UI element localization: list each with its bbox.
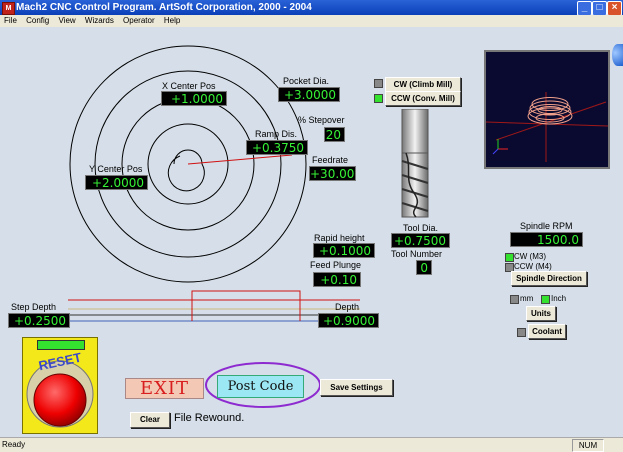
ccw-conv-mill-button[interactable]: CCW (Conv. Mill) [385, 91, 461, 106]
globe-icon [612, 44, 623, 66]
x-center-dro[interactable]: +1.0000 [161, 91, 227, 106]
depth-label: Depth [335, 302, 360, 312]
exit-button[interactable]: EXIT [125, 378, 204, 399]
reset-panel: RESET [22, 337, 98, 434]
title-bar: M Mach2 CNC Control Program. ArtSoft Cor… [0, 0, 623, 16]
depth-dro[interactable]: +0.9000 [318, 313, 379, 328]
app-icon[interactable]: M [2, 2, 15, 15]
cw-m3-led [505, 253, 514, 262]
feedrate-dro[interactable]: +30.00 [309, 166, 356, 181]
coolant-led [517, 328, 526, 337]
end-mill-icon [401, 109, 429, 218]
inch-led [541, 295, 550, 304]
tool-dia-dro[interactable]: +0.7500 [391, 233, 450, 248]
minimize-button[interactable]: _ [577, 1, 592, 16]
menu-bar: File Config View Wizards Operator Help [0, 15, 623, 27]
tool-number-dro[interactable]: 0 [416, 260, 432, 275]
depth-diagram [68, 290, 360, 322]
tool-number-label: Tool Number [391, 249, 443, 259]
maximize-button[interactable]: □ [592, 1, 607, 16]
menu-config[interactable]: Config [26, 16, 49, 25]
feed-plunge-label: Feed Plunge [310, 260, 362, 270]
status-message: File Rewound. [174, 412, 245, 424]
toolpath-preview[interactable] [484, 50, 610, 169]
feedrate-label: Feedrate [312, 155, 349, 165]
y-center-label: Y Center Pos [89, 164, 143, 174]
status-bar: Ready NUM [0, 437, 623, 452]
stepover-label: % Stepover [298, 115, 345, 125]
menu-view[interactable]: View [58, 16, 75, 25]
post-code-button[interactable]: Post Code [217, 375, 304, 398]
rapid-height-label: Rapid height [314, 233, 365, 243]
tool-dia-label: Tool Dia. [403, 223, 439, 233]
close-button[interactable]: × [607, 1, 622, 16]
stepover-dro[interactable]: 20 [324, 127, 345, 142]
feed-plunge-dro[interactable]: +0.10 [313, 272, 361, 287]
step-depth-dro[interactable]: +0.2500 [8, 313, 70, 328]
mm-label: mm [520, 294, 534, 303]
pocket-dia-label: Pocket Dia. [283, 76, 330, 86]
window-title: Mach2 CNC Control Program. ArtSoft Corpo… [16, 2, 312, 13]
cw-climb-mill-button[interactable]: CW (Climb Mill) [385, 77, 461, 92]
cw-m3-label: CW (M3) [514, 252, 546, 261]
spindle-rpm-label: Spindle RPM [520, 221, 573, 231]
mm-led [510, 295, 519, 304]
ramp-dis-dro[interactable]: +0.3750 [246, 140, 308, 155]
status-bar-ready: Ready [2, 440, 26, 449]
menu-operator[interactable]: Operator [123, 16, 155, 25]
pocket-dia-dro[interactable]: +3.0000 [278, 87, 340, 102]
menu-file[interactable]: File [4, 16, 17, 25]
ccw-m4-label: CCW (M4) [514, 262, 552, 271]
clear-button[interactable]: Clear [130, 412, 170, 428]
menu-wizards[interactable]: Wizards [85, 16, 114, 25]
ramp-dis-label: Ramp Dis. [255, 129, 298, 139]
inch-label: Inch [551, 294, 567, 303]
spindle-rpm-dro[interactable]: 1500.0 [510, 232, 583, 247]
cw-climb-led [374, 79, 383, 88]
y-center-dro[interactable]: +2.0000 [85, 175, 148, 190]
step-depth-label: Step Depth [11, 302, 57, 312]
reset-button-graphic [26, 360, 94, 428]
num-lock-indicator: NUM [572, 439, 604, 452]
units-button[interactable]: Units [526, 306, 556, 321]
menu-help[interactable]: Help [164, 16, 180, 25]
toolpath-preview-graphic [485, 92, 609, 162]
x-center-label: X Center Pos [162, 81, 216, 91]
ccw-conv-led [374, 94, 383, 103]
wizard-panel: X Center Pos +1.0000 Y Center Pos +2.000… [0, 27, 623, 437]
rapid-height-dro[interactable]: +0.1000 [313, 243, 375, 258]
coolant-button[interactable]: Coolant [528, 324, 566, 339]
spindle-direction-button[interactable]: Spindle Direction [511, 271, 587, 286]
save-settings-button[interactable]: Save Settings [320, 379, 393, 396]
